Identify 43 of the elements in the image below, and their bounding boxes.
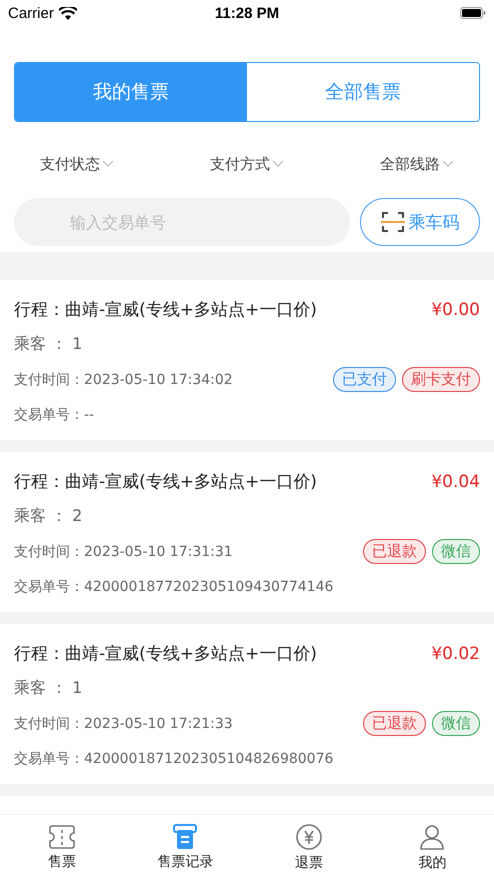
tab-bar-item[interactable]: 售票: [0, 815, 124, 880]
status-tag: 已退款: [363, 711, 426, 736]
price-label: ¥0.02: [431, 644, 480, 664]
record-card[interactable]: 行程：曲靖-宣威(专线+多站点+一口价) ¥0.00 乘客 ： 1 支付时间：2023-05-10 17:34:02 已支付 刷卡支付 交易单号：--: [0, 280, 494, 440]
scan-icon: [380, 210, 404, 234]
payment-time: 支付时间：2023-05-10 17:34:02: [14, 370, 233, 388]
tab-bar-item[interactable]: 售票记录: [124, 815, 247, 880]
document-icon: [171, 824, 200, 850]
order-number: 交易单号：--: [14, 406, 94, 424]
person-icon: [418, 823, 446, 851]
chevron-down-icon: [272, 160, 284, 168]
clock-time: 11:28 PM: [214, 4, 280, 22]
status-tag: 刷卡支付: [402, 367, 480, 392]
status-tag: 已支付: [333, 367, 396, 392]
price-label: ¥0.00: [431, 300, 480, 320]
passenger-count: 乘客 ： 1: [14, 678, 82, 699]
yen-coin-icon: [294, 823, 323, 851]
filter-dropdown[interactable]: 支付状态: [40, 154, 100, 174]
ticket-icon: [48, 824, 76, 850]
trip-title: 行程：曲靖-宣威(专线+多站点+一口价): [14, 299, 317, 321]
trip-title: 行程：曲靖-宣威(专线+多站点+一口价): [14, 643, 317, 665]
passenger-count: 乘客 ： 2: [14, 506, 82, 527]
filter-dropdown[interactable]: 支付方式: [210, 154, 270, 174]
trip-title: 行程：曲靖-宣威(专线+多站点+一口价): [14, 471, 317, 493]
battery-icon: [460, 7, 486, 19]
passenger-count: 乘客 ： 1: [14, 334, 82, 355]
payment-time: 支付时间：2023-05-10 17:31:31: [14, 542, 233, 560]
status-tag: 微信: [432, 711, 480, 736]
tab-bar-item[interactable]: 我的: [370, 815, 494, 880]
price-label: ¥0.04: [431, 472, 480, 492]
wifi-icon: [58, 6, 77, 20]
order-number: 交易单号：4200001877202305109430774146: [14, 578, 334, 596]
status-tag: 已退款: [363, 539, 426, 564]
record-card[interactable]: 行程：曲靖-宣威(专线+多站点+一口价) ¥0.04 乘客 ： 2 支付时间：2023-05-10 17:31:31 已退款 微信 交易单号：4200001877202305109430774146: [0, 452, 494, 612]
order-number: 交易单号：4200001871202305104826980076: [14, 750, 334, 768]
filter-dropdown[interactable]: 全部线路: [380, 154, 440, 174]
payment-time: 支付时间：2023-05-10 17:21:33: [14, 714, 233, 732]
carrier-label: Carrier: [8, 4, 54, 22]
tab-bar-item[interactable]: 退票: [247, 815, 370, 880]
status-tag: 微信: [432, 539, 480, 564]
chevron-down-icon: [442, 160, 454, 168]
chevron-down-icon: [102, 160, 114, 168]
record-card[interactable]: 行程：曲靖-宣威(专线+多站点+一口价) ¥0.02 乘客 ： 1 支付时间：2023-05-10 17:21:33 已退款 微信 交易单号：4200001871202305104826980076: [0, 624, 494, 784]
